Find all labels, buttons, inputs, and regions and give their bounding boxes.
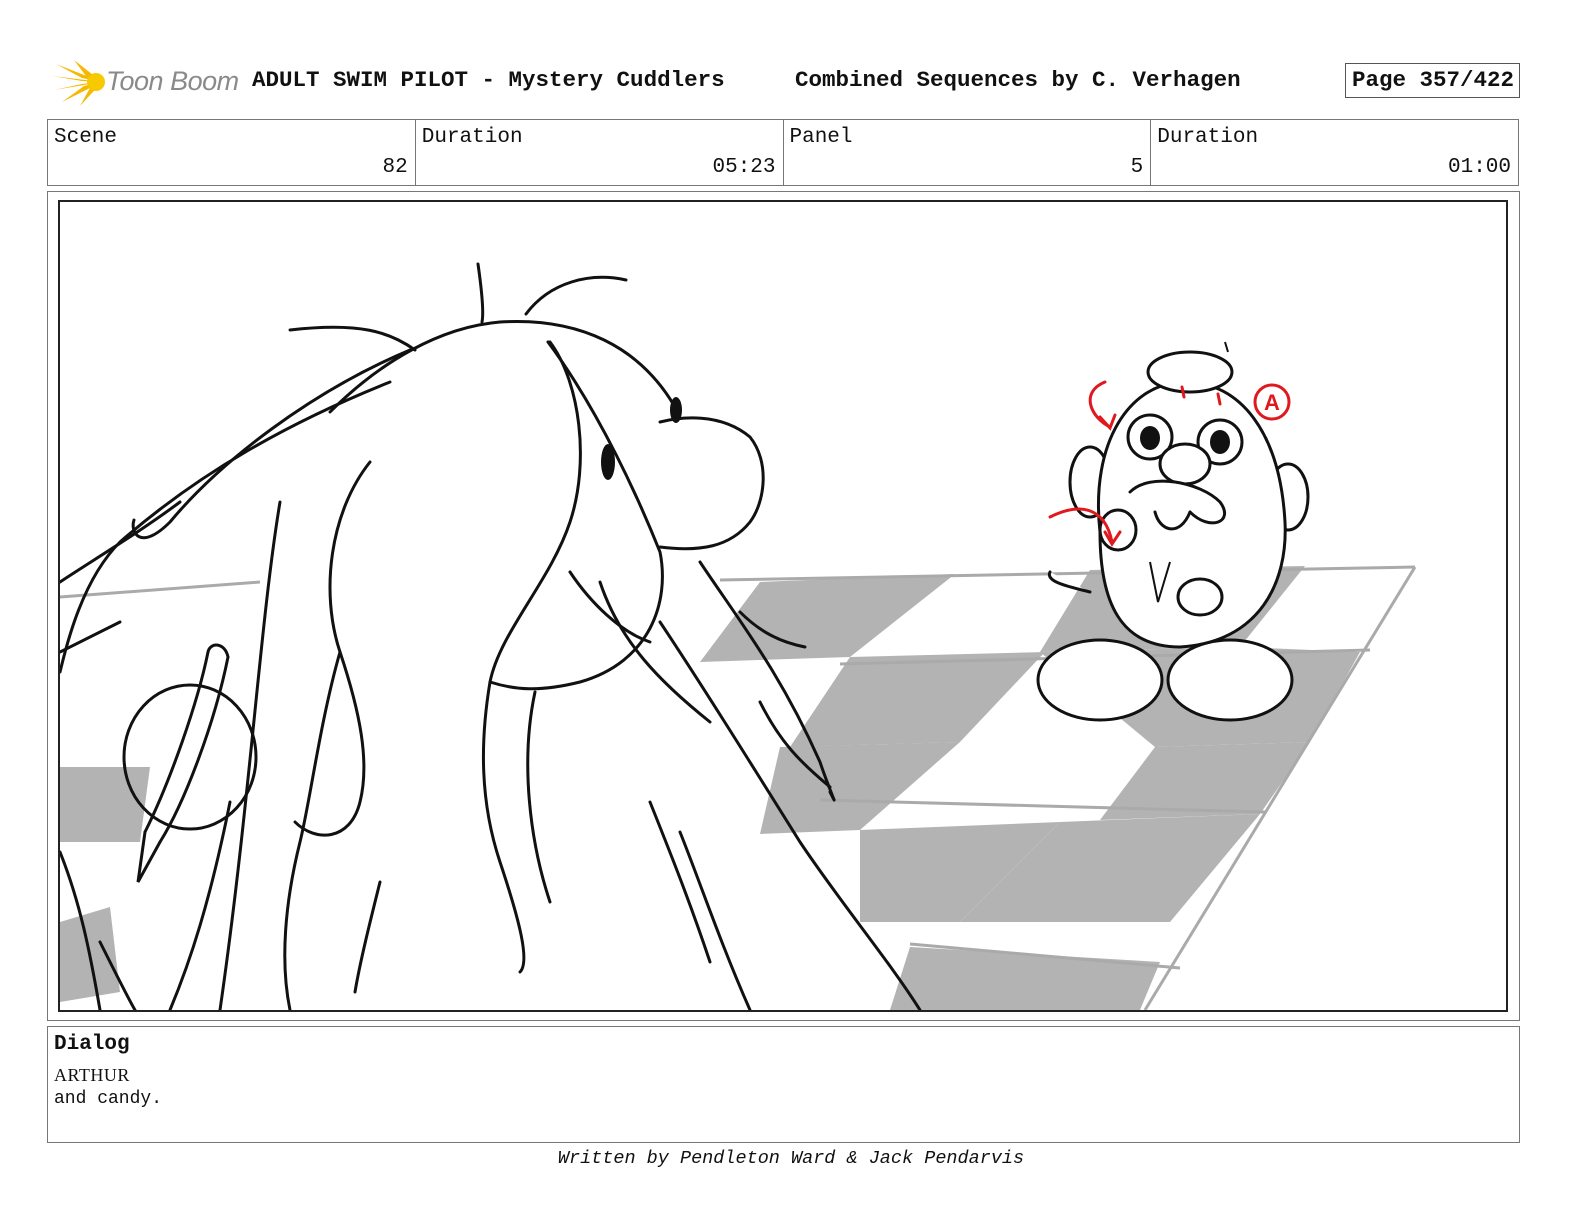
sequence-title: Combined Sequences by C. Verhagen [795, 67, 1241, 93]
page-number: Page 357/422 [1344, 63, 1520, 98]
storyboard-panel-frame: A [47, 191, 1520, 1021]
dialog-line: and candy. [54, 1089, 163, 1109]
scene-duration-label: Duration [421, 126, 523, 149]
toon-boom-logo: Toon Boom [52, 56, 242, 106]
annotation-letter: A [1264, 390, 1280, 415]
pen-in-hand [122, 643, 258, 883]
dialog-heading: Dialog [54, 1033, 130, 1056]
scene-label: Scene [54, 126, 118, 149]
project-title: ADULT SWIM PILOT - Mystery Cuddlers [252, 67, 725, 93]
scene-duration-value: 05:23 [712, 156, 776, 179]
storyboard-drawing: A [58, 200, 1508, 1012]
panel-label: Panel [789, 126, 853, 149]
page-header: Toon Boom ADULT SWIM PILOT - Mystery Cud… [48, 52, 1520, 110]
logo-text: Toon Boom [106, 66, 239, 96]
panel-duration-cell: Duration 01:00 [1151, 120, 1518, 185]
scene-value: 82 [382, 156, 408, 179]
starburst-icon [52, 60, 105, 106]
dialog-box: Dialog ARTHUR and candy. [47, 1026, 1520, 1143]
panel-duration-label: Duration [1157, 126, 1259, 149]
sketch-illustration: A [60, 262, 1417, 1010]
scene-cell: Scene 82 [48, 120, 416, 185]
scene-duration-cell: Duration 05:23 [416, 120, 784, 185]
girl-eye-marks [601, 397, 682, 480]
panel-duration-value: 01:00 [1447, 156, 1511, 179]
panel-value: 5 [1130, 156, 1144, 179]
panel-cell: Panel 5 [784, 120, 1152, 185]
footer-credit: Written by Pendleton Ward & Jack Pendarv… [557, 1148, 1025, 1169]
dialog-speaker: ARTHUR [54, 1065, 130, 1085]
panel-info-row: Scene 82 Duration 05:23 Panel 5 Duration… [47, 119, 1519, 186]
